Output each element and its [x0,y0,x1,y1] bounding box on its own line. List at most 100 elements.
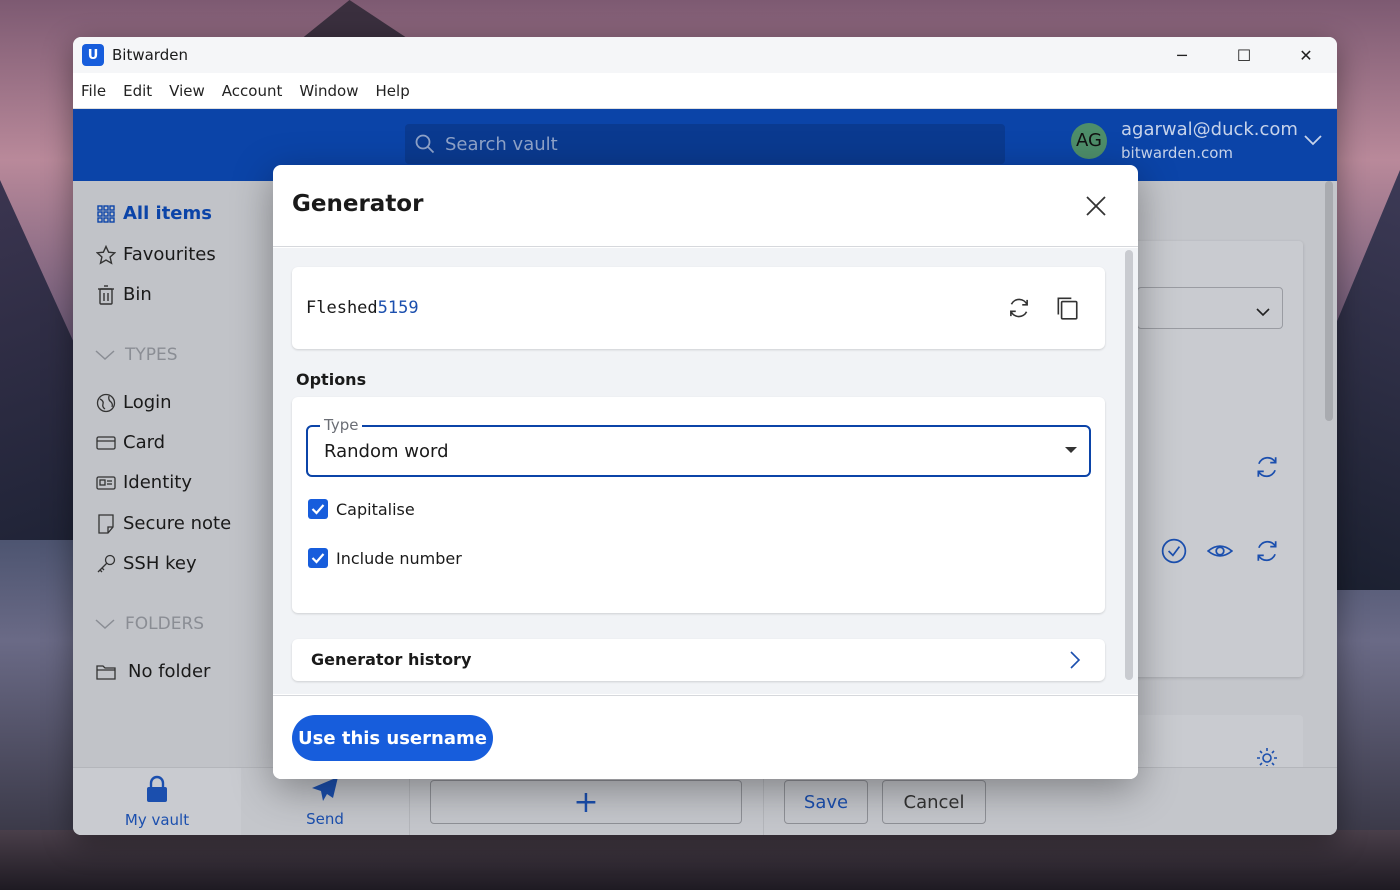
menu-help[interactable]: Help [376,82,410,100]
lock-icon [145,775,169,807]
note-icon [95,513,117,534]
search-input[interactable]: Search vault [405,124,1005,164]
sidebar-item-label: All items [123,203,212,224]
dialog-title: Generator [292,191,424,217]
chevron-down-icon [95,614,115,634]
include-number-checkbox[interactable] [308,548,328,568]
sidebar: All items Favourites Bin TYPES Login Car… [73,181,273,767]
menu-account[interactable]: Account [222,82,283,100]
sidebar-item-label: Login [123,392,172,413]
sidebar-item-label: SSH key [123,553,197,574]
chevron-down-icon [1256,302,1270,321]
types-section-header[interactable]: TYPES [95,345,178,365]
background-peak [300,0,410,40]
avatar: AG [1071,122,1107,159]
types-header-label: TYPES [125,345,178,365]
credit-card-icon [95,435,117,451]
regenerate-icon[interactable] [1254,538,1280,568]
generated-username: Fleshed5159 [306,298,419,318]
chevron-down-icon [1303,131,1323,150]
sidebar-item-label: Identity [123,472,192,493]
close-window-button[interactable]: ✕ [1275,37,1337,73]
folders-header-label: FOLDERS [125,614,205,634]
eye-icon[interactable] [1206,538,1234,568]
generator-dialog: Generator Fleshed5159 Options Type Rando… [273,165,1138,779]
title-bar: U Bitwarden ─ ☐ ✕ [73,37,1337,73]
sidebar-item-all-items[interactable]: All items [95,203,212,224]
search-icon [415,134,435,154]
send-icon [311,776,339,806]
include-number-option[interactable]: Include number [308,548,462,568]
sidebar-item-ssh-key[interactable]: SSH key [95,553,197,574]
regenerate-icon[interactable] [1254,454,1280,484]
sidebar-item-label: Card [123,432,166,453]
dialog-body: Fleshed5159 Options Type Random word Cap… [273,248,1138,694]
trash-icon [95,284,117,305]
caret-down-icon [1065,447,1077,453]
capitalise-option[interactable]: Capitalise [308,499,415,519]
generated-number: 5159 [377,298,419,318]
generator-history-link[interactable]: Generator history [292,639,1105,681]
sidebar-item-secure-note[interactable]: Secure note [95,513,231,534]
include-number-label: Include number [336,548,462,568]
use-this-username-button[interactable]: Use this username [292,715,493,761]
tab-label: Send [306,810,344,828]
menu-edit[interactable]: Edit [123,82,152,100]
key-icon [95,554,117,574]
generated-word: Fleshed [306,298,378,318]
dialog-scrollbar[interactable] [1125,250,1133,680]
sidebar-item-label: No folder [128,661,211,682]
sidebar-item-card[interactable]: Card [95,432,165,453]
sidebar-item-identity[interactable]: Identity [95,472,192,493]
background-mountain-right [1330,170,1400,590]
cancel-button[interactable]: Cancel [882,780,986,824]
chevron-right-icon [1069,650,1081,674]
menu-file[interactable]: File [81,82,106,100]
sidebar-item-bin[interactable]: Bin [95,284,152,305]
sidebar-item-label: Secure note [123,513,232,534]
type-selected-value: Random word [324,441,449,462]
add-item-button[interactable]: + [430,780,742,824]
account-server: bitwarden.com [1121,144,1233,162]
copy-icon[interactable] [1054,295,1080,325]
dialog-header: Generator [273,165,1138,247]
capitalise-label: Capitalise [336,499,415,519]
window-title: Bitwarden [112,46,188,64]
sidebar-item-label: Bin [123,284,152,305]
history-label: Generator history [311,650,472,669]
bitwarden-logo-icon: U [82,44,104,66]
tab-label: My vault [124,811,190,829]
generated-value-card: Fleshed5159 [292,267,1105,349]
close-icon[interactable] [1081,191,1111,221]
sidebar-item-label: Favourites [123,244,216,265]
type-field-label: Type [320,416,363,434]
options-heading: Options [296,370,367,389]
options-card: Type Random word Capitalise Include numb… [292,397,1105,613]
type-select[interactable]: Type Random word [306,416,1091,477]
grid-icon [95,204,117,223]
capitalise-checkbox[interactable] [308,499,328,519]
folders-section-header[interactable]: FOLDERS [95,614,204,634]
minimize-button[interactable]: ─ [1151,37,1213,73]
menu-window[interactable]: Window [299,82,358,100]
chevron-down-icon [95,345,115,365]
sidebar-item-favourites[interactable]: Favourites [95,244,216,265]
tab-my-vault[interactable]: My vault [73,768,241,835]
window-controls: ─ ☐ ✕ [1151,37,1337,73]
content-scrollbar[interactable] [1325,181,1333,421]
search-placeholder: Search vault [445,133,558,155]
account-switcher[interactable]: AG agarwal@duck.com bitwarden.com [1071,119,1322,162]
maximize-button[interactable]: ☐ [1213,37,1275,73]
menu-view[interactable]: View [169,82,205,100]
check-circle-icon[interactable] [1161,538,1187,568]
sidebar-item-no-folder[interactable]: No folder [95,661,210,682]
save-button[interactable]: Save [784,780,868,824]
account-email: agarwal@duck.com [1121,119,1298,140]
dialog-footer: Use this username [273,695,1138,779]
background-water [0,830,1400,890]
sidebar-item-login[interactable]: Login [95,392,172,413]
star-icon [95,244,117,265]
regenerate-icon[interactable] [1006,295,1032,325]
globe-icon [95,393,117,413]
owner-select[interactable] [1137,287,1283,329]
